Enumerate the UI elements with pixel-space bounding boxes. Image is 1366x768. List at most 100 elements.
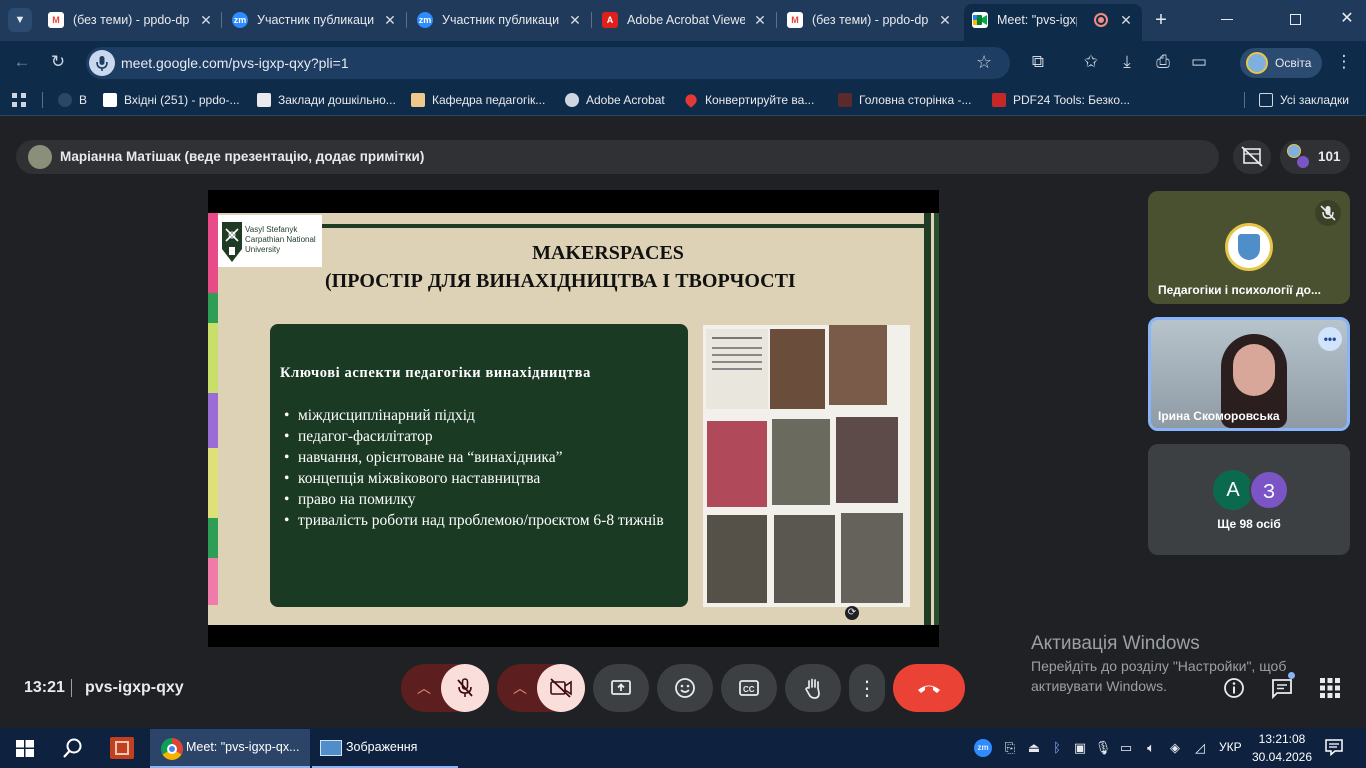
meeting-details-button[interactable] — [1222, 676, 1246, 700]
all-bookmarks[interactable]: Усі закладки — [1259, 92, 1349, 108]
tab-zoom-1[interactable]: zm Участник публикаци ✕ — [232, 7, 398, 33]
collage-photo — [774, 515, 835, 603]
bookmark-item[interactable]: Adobe Acrobat — [565, 92, 665, 108]
captions-icon: CC — [739, 680, 759, 696]
present-button[interactable] — [593, 664, 649, 712]
star-icon[interactable]: ☆ — [976, 52, 992, 73]
raise-hand-button[interactable] — [785, 664, 841, 712]
svg-text:CC: CC — [743, 685, 755, 694]
participant-tile-department[interactable]: Педагогіки і психології до... — [1148, 191, 1350, 304]
collage-photo — [772, 419, 830, 505]
list-item: • навчання, орієнтоване на “винахідника” — [284, 449, 563, 466]
print-icon[interactable]: ⎙ — [1152, 52, 1174, 74]
profile-label: Освіта — [1275, 56, 1312, 70]
collage-photo — [707, 421, 767, 507]
photos-icon — [320, 740, 342, 756]
bookmark-item[interactable]: Заклади дошкільно... — [257, 92, 396, 108]
mic-toggle-button[interactable] — [441, 664, 489, 712]
usb-tray-icon[interactable]: ⏏ — [1025, 739, 1043, 757]
bookmark-item[interactable]: Головна сторінка -... — [838, 92, 971, 108]
back-arrow-icon[interactable]: ← — [11, 52, 33, 74]
powerpoint-icon — [115, 741, 129, 755]
clock-time[interactable]: 13:21:08 — [1254, 732, 1310, 746]
university-crest-icon — [222, 222, 242, 262]
tab-search-button[interactable]: ▼ — [8, 8, 32, 32]
extensions-icon[interactable]: ⧉ — [1027, 52, 1049, 74]
taskbar-photos[interactable]: Зображення — [312, 729, 458, 768]
profile-button[interactable]: Освіта — [1240, 48, 1322, 78]
bookmark-item[interactable]: PDF24 Tools: Безко... — [992, 92, 1130, 108]
bookmarks-separator — [42, 92, 43, 108]
notifications-icon[interactable] — [1325, 738, 1343, 757]
folder-icon — [1259, 93, 1273, 107]
bookmark-label: Головна сторінка -... — [859, 93, 972, 107]
cast-icon[interactable]: ▭ — [1188, 52, 1210, 74]
collage-note-photo — [706, 329, 768, 409]
other-participants-tile[interactable]: А З Ще 98 осіб — [1148, 444, 1350, 555]
slide-sync-icon[interactable]: ⟳ — [845, 606, 859, 620]
address-bar[interactable]: meet.google.com/pvs-igxp-qxy?pli=1 ☆ — [86, 47, 1010, 79]
bluetooth-tray-icon[interactable]: ᛒ — [1048, 739, 1066, 757]
close-icon[interactable]: ✕ — [198, 12, 214, 28]
close-icon[interactable]: ✕ — [1118, 12, 1134, 28]
globe-icon — [58, 93, 72, 107]
chat-icon — [1272, 679, 1292, 700]
microphone-tray-icon[interactable]: 🎙︎ — [1094, 739, 1112, 757]
gmail-icon: M — [787, 12, 803, 28]
collage-photo — [836, 417, 898, 503]
heart-icon — [683, 92, 699, 108]
acrobat-icon: A — [602, 12, 618, 28]
participant-tile-speaker[interactable]: ••• Ірина Скоморовська — [1148, 317, 1350, 431]
key-aspects-list: • міждисциплінарний підхід • педагог-фасил… — [284, 405, 674, 531]
volume-tray-icon[interactable]: 🔈︎ — [1142, 739, 1160, 757]
windows-start-button[interactable] — [16, 740, 34, 757]
bookmark-item[interactable]: Вхідні (251) - ppdo-... — [103, 92, 240, 108]
taskbar-search-button[interactable] — [62, 737, 84, 759]
close-icon[interactable]: ✕ — [937, 12, 953, 28]
leave-call-button[interactable] — [893, 664, 965, 712]
apps-grid-icon[interactable] — [12, 93, 26, 107]
slide-right-border — [924, 213, 931, 625]
bookmark-item[interactable]: В — [58, 92, 87, 108]
chat-button[interactable] — [1270, 672, 1295, 700]
network-tray-icon[interactable]: ⎘ — [1001, 739, 1019, 757]
download-icon[interactable]: ⤓ — [1116, 52, 1138, 74]
bookmark-item[interactable]: Кафедра педагогік... — [411, 92, 545, 108]
reactions-button[interactable] — [657, 664, 713, 712]
new-tab-button[interactable]: + — [1151, 8, 1171, 32]
menu-kebab-icon[interactable]: ⋮ — [1333, 52, 1355, 74]
taskbar-powerpoint[interactable] — [110, 737, 134, 759]
close-icon[interactable]: ✕ — [382, 12, 398, 28]
bookmark-item[interactable]: Конвертируйте ва... — [683, 92, 814, 108]
more-options-button[interactable]: ⋮ — [849, 664, 885, 712]
mic-permission-icon[interactable] — [89, 50, 115, 76]
input-language[interactable]: УКР — [1219, 740, 1242, 754]
taskbar-chrome[interactable]: Meet: "pvs-igxp-qx... — [150, 729, 310, 768]
site-icon — [411, 93, 425, 107]
tab-acrobat[interactable]: A Adobe Acrobat Viewe ✕ — [602, 7, 768, 33]
tab-zoom-2[interactable]: zm Участник публикаци ✕ — [417, 7, 583, 33]
clock-date[interactable]: 30.04.2026 — [1250, 750, 1314, 764]
security-tray-icon[interactable]: ◈ — [1166, 739, 1184, 757]
slide-title-line2: (ПРОСТІР ДЛЯ ВИНАХІДНИЦТВА І ТВОРЧОСТІ — [325, 270, 796, 292]
activities-button[interactable] — [1319, 677, 1341, 699]
zoom-tray-icon[interactable]: zm — [974, 739, 992, 757]
activation-title: Активація Windows — [1031, 633, 1200, 654]
close-window-button[interactable]: ✕ — [1337, 9, 1357, 29]
wifi-tray-icon[interactable]: ◿ — [1191, 739, 1209, 757]
close-icon[interactable]: ✕ — [752, 12, 768, 28]
hide-presentation-button[interactable] — [1233, 140, 1271, 174]
tab-gmail-1[interactable]: M (без теми) - ppdo-dp ✕ — [48, 7, 214, 33]
battery-tray-icon[interactable]: ▭ — [1117, 739, 1135, 757]
maximize-button[interactable] — [1290, 14, 1301, 25]
participants-button[interactable]: 101 — [1280, 140, 1350, 174]
display-tray-icon[interactable]: ▣ — [1071, 739, 1089, 757]
close-icon[interactable]: ✕ — [567, 12, 583, 28]
minimize-button[interactable] — [1221, 19, 1233, 20]
captions-button[interactable]: CC — [721, 664, 777, 712]
tab-gmail-2[interactable]: M (без теми) - ppdo-dp ✕ — [787, 7, 953, 33]
reload-icon[interactable]: ↻ — [47, 52, 69, 74]
bookmark-list-icon[interactable]: ✩ — [1080, 52, 1102, 74]
tab-label: Участник публикаци — [257, 13, 375, 27]
camera-toggle-button[interactable] — [537, 664, 585, 712]
